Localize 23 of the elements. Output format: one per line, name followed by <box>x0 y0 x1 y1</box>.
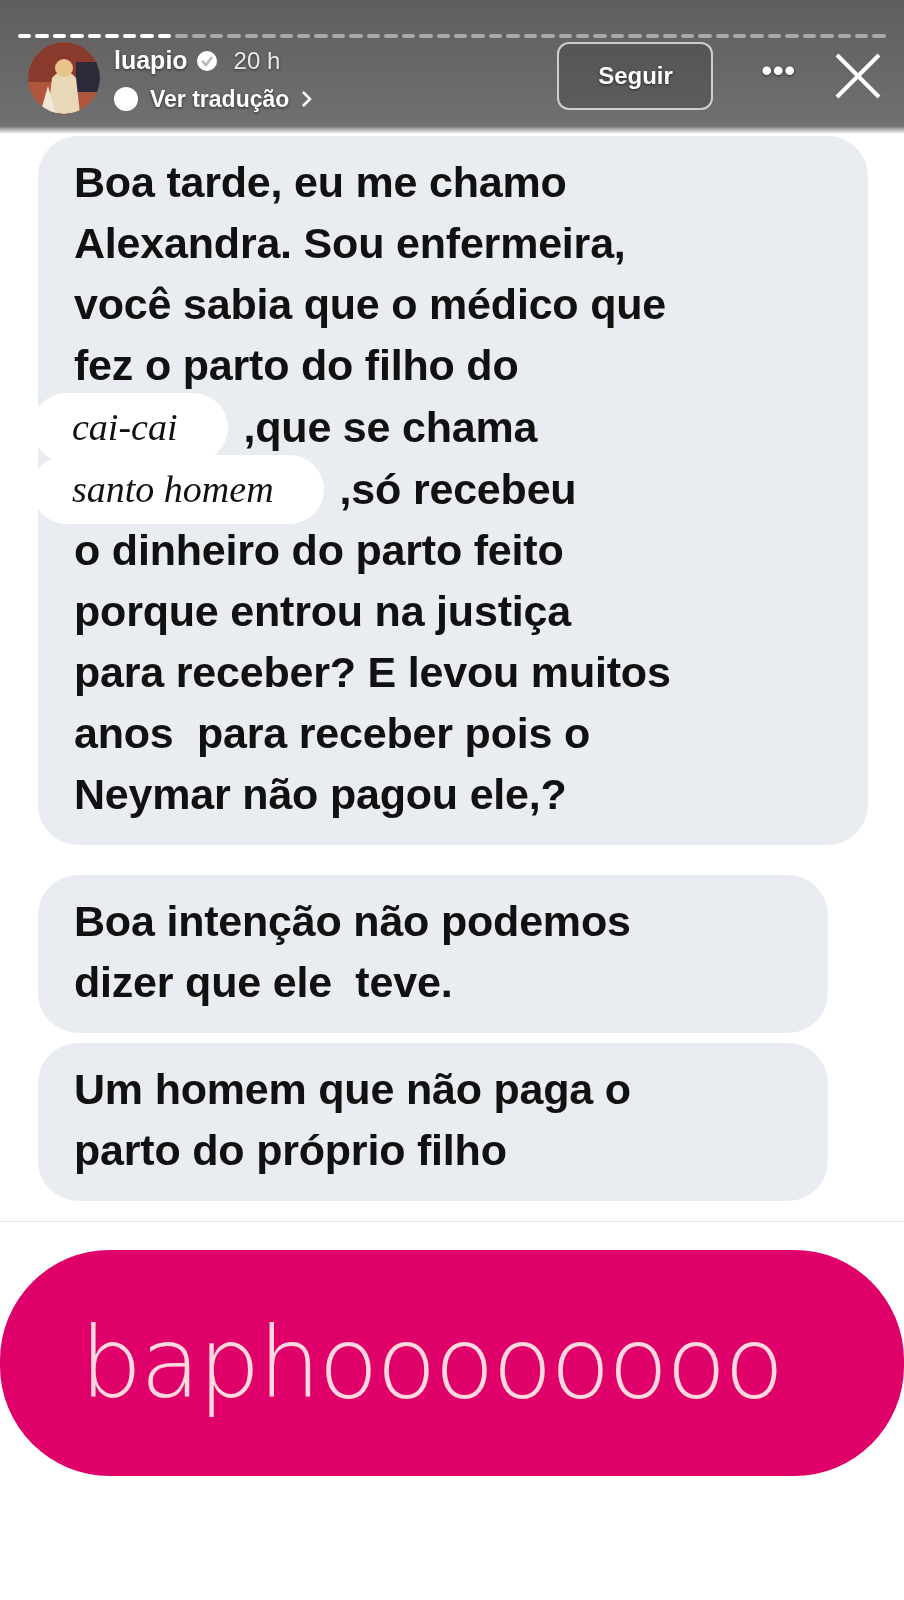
translate-link[interactable]: Ver tradução <box>114 81 314 116</box>
message-line: anos para receber pois o <box>74 708 591 759</box>
close-icon[interactable] <box>834 52 882 100</box>
message-line: dizer que ele teve. <box>74 957 454 1008</box>
message-line: você sabia que o médico que <box>74 279 667 330</box>
message-line: o dinheiro do parto feito <box>74 525 565 576</box>
message-line: Um homem que não paga o <box>74 1064 632 1115</box>
message-line: fez o parto do filho do <box>74 340 520 391</box>
chevron-icon[interactable] <box>301 89 314 108</box>
post-time: 20 h <box>233 45 281 76</box>
message-line: parto do próprio filho <box>74 1125 508 1176</box>
follow-button[interactable]: Seguir <box>557 42 714 110</box>
more-button[interactable]: ••• <box>761 56 796 86</box>
message-line: para receber? E levou muitos <box>74 647 672 698</box>
message-line: Boa tarde, eu me chamo <box>74 157 568 208</box>
message-line: Neymar não pagou ele,? <box>74 769 568 820</box>
caption-sticker: baphoooooooo <box>0 1250 904 1476</box>
message-line: ,só recebeu <box>339 463 577 515</box>
username[interactable]: luapio <box>114 42 188 80</box>
message-line: porque entrou na justiça <box>74 586 573 637</box>
message-line: Boa intenção não podemos <box>74 896 632 947</box>
message-line: ,que se chama <box>243 401 538 453</box>
message-line: Alexandra. Sou enfermeira, <box>74 218 627 269</box>
